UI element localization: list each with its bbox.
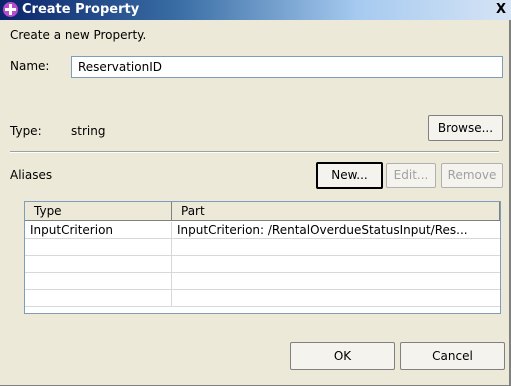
table-row[interactable] [25,273,500,290]
row-type-cell [25,239,172,255]
row-part-cell [172,256,500,272]
name-label: Name: [10,59,50,73]
separator [10,151,499,153]
row-part-cell [172,239,500,255]
intro-text: Create a new Property. [10,28,147,42]
window-title: Create Property [22,2,140,17]
remove-alias-button[interactable]: Remove [441,163,503,188]
type-value: string [71,124,106,138]
row-part-cell: InputCriterion: /RentalOverdueStatusInpu… [177,223,468,237]
table-row[interactable] [25,290,500,307]
row-part-cell [172,273,500,289]
cancel-button[interactable]: Cancel [400,342,505,370]
aliases-table[interactable]: Type Part InputCriterion InputCriterion:… [24,201,501,314]
close-button[interactable]: X [493,1,509,18]
type-label: Type: [10,124,42,138]
row-type-cell [25,256,172,272]
row-type-cell [25,273,172,289]
aliases-label: Aliases [10,168,53,182]
row-type-cell [25,290,172,306]
table-row[interactable] [25,256,500,273]
browse-button[interactable]: Browse... [428,115,503,141]
table-row[interactable]: InputCriterion InputCriterion: /RentalOv… [25,222,500,239]
ok-button[interactable]: OK [290,342,395,370]
row-type-cell: InputCriterion [25,222,172,238]
table-header: Type Part [25,202,500,221]
edit-alias-button[interactable]: Edit... [386,163,436,188]
column-header-part[interactable]: Part [172,202,500,220]
new-alias-button[interactable]: New... [316,162,383,189]
table-row[interactable] [25,239,500,256]
create-property-dialog: Create Property X Create a new Property.… [0,0,511,386]
column-header-type[interactable]: Type [25,202,172,220]
app-icon [3,2,18,17]
title-bar[interactable]: Create Property X [0,0,511,20]
name-input[interactable]: ReservationID [71,56,503,78]
row-part-cell [172,290,500,306]
